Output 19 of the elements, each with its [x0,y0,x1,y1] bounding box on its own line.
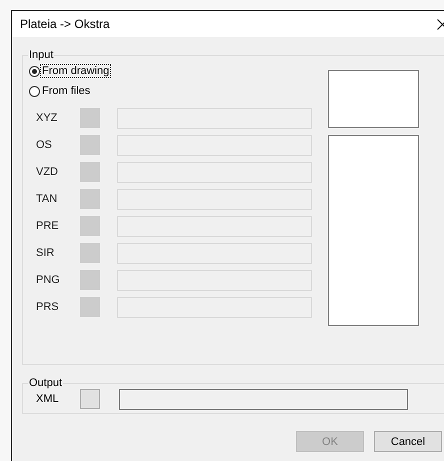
browse-button[interactable] [80,389,100,409]
row-label: PNG [35,274,61,286]
row-label: XYZ [35,112,58,124]
row-label: PRS [35,301,60,313]
radio-label[interactable]: From drawing [41,65,110,77]
group-title: Output [28,377,64,389]
row-label: PRE [35,220,60,232]
radio-label[interactable]: From files [41,85,92,97]
path-field[interactable] [119,388,408,410]
radio-button[interactable] [29,86,40,96]
group-title: Input [28,49,54,61]
radio-button[interactable] [29,66,40,76]
window-title: Plateia -> Okstra [20,17,110,31]
row-label: TAN [35,193,58,205]
dialog-button[interactable]: Cancel [374,431,442,452]
row-label: XML [35,393,60,405]
row-label: VZD [35,166,59,178]
row-label: OS [35,139,53,151]
row-label: SIR [35,247,56,259]
